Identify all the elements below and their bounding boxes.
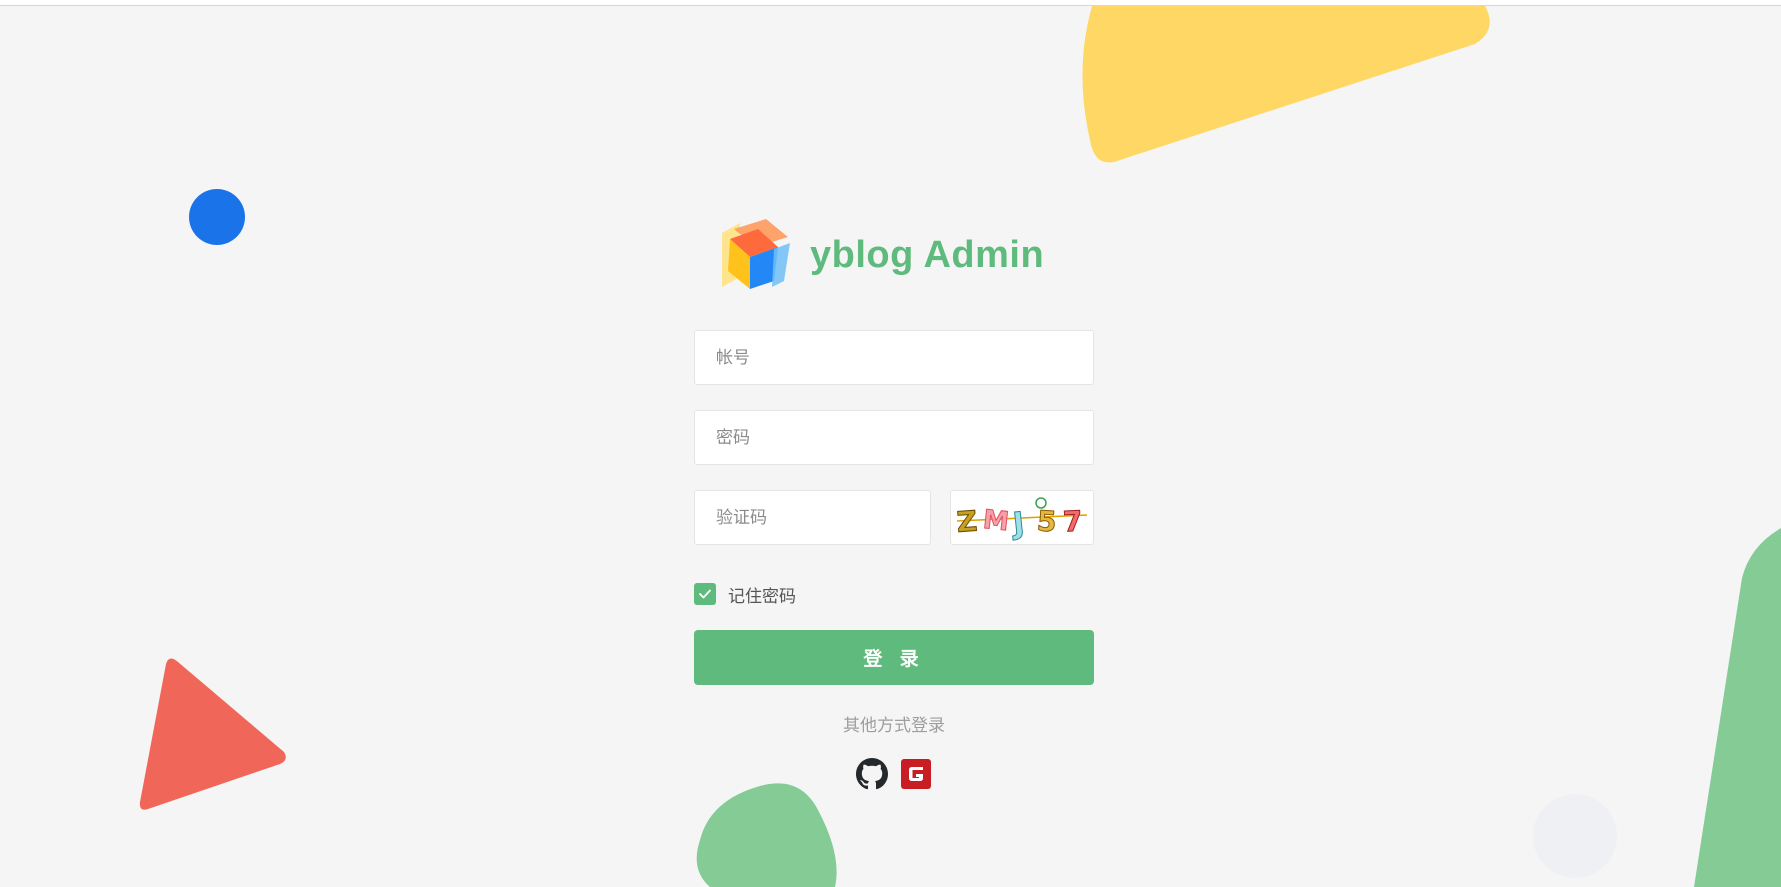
github-login-button[interactable] [856,758,888,790]
gitee-login-button[interactable] [900,758,932,790]
red-triangle-decoration [139,658,286,810]
captcha-char-2: M [981,505,1010,538]
cube-logo-icon [722,219,790,289]
blue-circle-decoration [189,189,245,245]
captcha-char-4: 5 [1036,504,1058,538]
captcha-input[interactable] [714,490,930,545]
social-login-list [694,758,1094,790]
captcha-field[interactable] [694,490,931,545]
green-shape-right-decoration [1694,528,1781,887]
login-page: yblog Admin Z M J 5 7 [0,0,1781,887]
remember-checkbox[interactable] [694,583,716,605]
top-border [0,0,1781,6]
github-icon [856,758,888,790]
password-field[interactable] [694,410,1094,465]
captcha-char-3: J [1009,506,1026,542]
captcha-image[interactable]: Z M J 5 7 [950,490,1094,545]
gitee-icon [901,759,931,789]
captcha-graphic: Z M J 5 7 [955,497,1088,543]
captcha-char-5: 7 [1062,505,1083,539]
login-button[interactable]: 登 录 [694,630,1094,685]
remember-label: 记住密码 [728,586,796,606]
check-icon [699,589,711,599]
faint-circle-decoration [1533,794,1617,878]
captcha-char-1: Z [956,504,979,538]
password-input[interactable] [714,410,1093,465]
other-login-label: 其他方式登录 [843,716,945,735]
yellow-shape-decoration [1082,6,1490,163]
brand-header: yblog Admin [716,215,1044,295]
remember-password[interactable]: 记住密码 [694,582,796,606]
green-blob-bottom-decoration [696,783,837,887]
brand-title: yblog Admin [810,233,1045,276]
account-input[interactable] [714,330,1093,385]
account-field[interactable] [694,330,1094,385]
